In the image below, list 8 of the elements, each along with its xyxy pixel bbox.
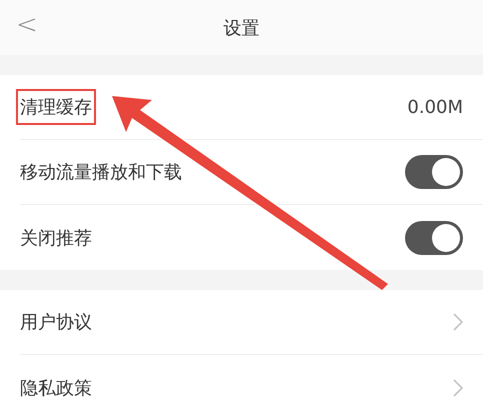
page-title: 设置 [224,16,260,40]
setting-label: 用户协议 [19,311,93,335]
setting-label: 关闭推荐 [19,226,93,250]
setting-label: 移动流量播放和下载 [19,161,183,185]
cache-size: 0.00M [407,96,463,118]
back-button[interactable]: < [16,10,38,40]
setting-label: 清理缓存 [16,89,96,125]
setting-label: 隐私政策 [19,376,93,400]
